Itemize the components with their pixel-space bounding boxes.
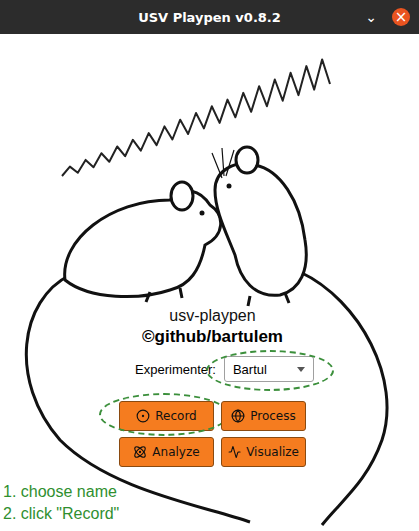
- process-button[interactable]: Process: [221, 401, 306, 431]
- instructions: 1. choose name2. click "Record": [0, 481, 419, 525]
- record-icon: [136, 409, 150, 423]
- waveform-icon: [228, 445, 241, 459]
- experimenter-label: Experimenter:: [135, 362, 216, 377]
- globe-icon: [231, 409, 245, 423]
- atom-icon: [133, 445, 147, 459]
- visualize-button[interactable]: Visualize: [221, 437, 306, 467]
- analyze-button[interactable]: Analyze: [119, 437, 214, 467]
- experimenter-row: Experimenter: Bartul: [135, 356, 314, 382]
- record-button[interactable]: Record: [119, 401, 214, 431]
- experimenter-dropdown[interactable]: Bartul: [224, 356, 314, 382]
- highlight-ellipse: [206, 350, 334, 391]
- app-name: usv-playpen: [169, 306, 255, 326]
- action-buttons: RecordProcessAnalyzeVisualize: [119, 401, 306, 467]
- dropdown-arrow-icon: [297, 367, 305, 372]
- instruction-line: 2. click "Record": [3, 503, 419, 525]
- app-window: USV Playpen v0.8.2⌄×usv-playpen©github/b…: [0, 0, 419, 531]
- main-panel: usv-playpen©github/bartulem Experimenter:…: [0, 34, 419, 531]
- title-bar: USV Playpen v0.8.2⌄×: [0, 0, 419, 34]
- menu-button[interactable]: ⌄: [362, 8, 380, 26]
- highlight-ellipse: [99, 393, 229, 436]
- close-button[interactable]: ×: [392, 8, 410, 26]
- window-title: USV Playpen v0.8.2: [70, 10, 349, 25]
- instruction-line: 1. choose name: [3, 481, 419, 503]
- app-credit: ©github/bartulem: [142, 326, 283, 348]
- window-controls: ⌄×: [349, 8, 419, 26]
